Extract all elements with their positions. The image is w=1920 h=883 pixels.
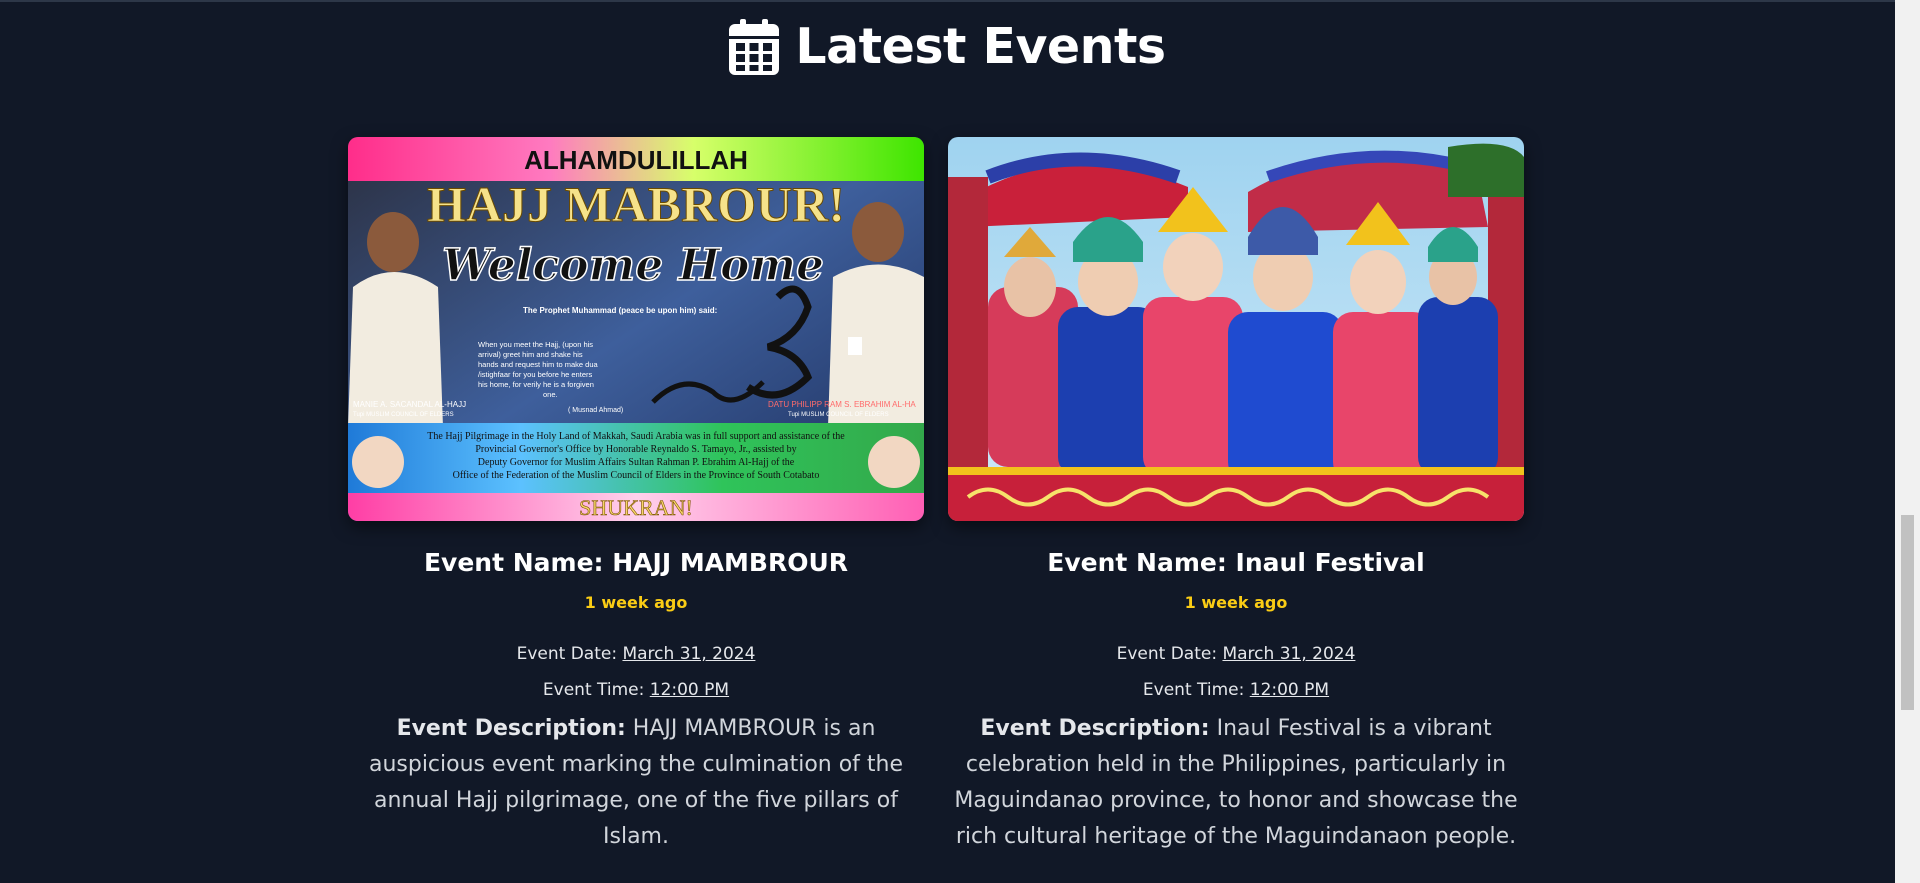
event-posted-ago: 1 week ago	[584, 593, 688, 612]
vertical-scrollbar[interactable]	[1895, 0, 1920, 883]
svg-text:his home, for verily he is a f: his home, for verily he is a forgiven	[478, 380, 594, 389]
hajj-poster: ALHAMDULILLAH HAJJ MABROUR! Welcome Home…	[348, 137, 924, 521]
event-name-label: Event Name:	[423, 548, 604, 577]
poster-headline: HAJJ MABROUR!	[427, 176, 845, 232]
event-date-value: March 31, 2024	[1222, 644, 1356, 664]
event-time: Event Time: 12:00 PM	[948, 678, 1524, 702]
svg-text:Office of the Federation of th: Office of the Federation of the Muslim C…	[453, 470, 820, 481]
event-name-value: HAJJ MAMBROUR	[612, 548, 849, 577]
event-time-label: Event Time:	[1142, 680, 1245, 700]
event-time-value: 12:00 PM	[649, 680, 730, 700]
inaul-festival-photo	[948, 137, 1524, 521]
event-date-value: March 31, 2024	[622, 644, 756, 664]
svg-text:hands and request him to make: hands and request him to make dua	[478, 360, 598, 369]
poster-footer: SHUKRAN!	[579, 495, 693, 520]
poster-quote-title: The Prophet Muhammad (peace be upon him)…	[523, 306, 717, 315]
event-card[interactable]: Event Name: Inaul Festival 1 week ago Ev…	[948, 137, 1524, 855]
svg-text:Deputy Governor for Muslim Aff: Deputy Governor for Muslim Affairs Sulta…	[478, 457, 795, 468]
event-time-value: 12:00 PM	[1249, 680, 1330, 700]
poster-top-text: ALHAMDULILLAH	[524, 145, 748, 175]
page-title: Latest Events	[795, 18, 1166, 75]
svg-text:The Hajj Pilgrimage in the Hol: The Hajj Pilgrimage in the Holy Land of …	[427, 431, 845, 442]
svg-text:arrival) greet him and shake h: arrival) greet him and shake his	[478, 350, 583, 359]
event-date-label: Event Date:	[1116, 644, 1218, 664]
svg-text:one.: one.	[543, 390, 558, 399]
poster-left-org: Tupi MUSLIM COUNCIL OF ELDERS	[353, 412, 454, 418]
event-image-hajj[interactable]: ALHAMDULILLAH HAJJ MABROUR! Welcome Home…	[348, 137, 924, 521]
event-description: Event Description: HAJJ MAMBROUR is an a…	[348, 711, 924, 855]
poster-right-name: DATU PHILIPP RAM S. EBRAHIM AL-HA	[768, 400, 916, 409]
svg-text:Provincial Governor's Office b: Provincial Governor's Office by Honorabl…	[475, 444, 796, 455]
scrollbar-thumb[interactable]	[1901, 515, 1914, 710]
poster-script: Welcome Home	[442, 240, 824, 291]
event-name-label: Event Name:	[1047, 548, 1227, 577]
svg-text:When you meet the Hajj, (upon: When you meet the Hajj, (upon his	[478, 340, 593, 349]
event-description-label: Event Description:	[396, 716, 626, 741]
event-name: Event Name: HAJJ MAMBROUR	[348, 547, 924, 579]
event-name: Event Name: Inaul Festival	[948, 547, 1524, 579]
event-card[interactable]: ALHAMDULILLAH HAJJ MABROUR! Welcome Home…	[348, 137, 924, 855]
event-time: Event Time: 12:00 PM	[348, 678, 924, 702]
event-image-inaul[interactable]	[948, 137, 1524, 521]
event-time-label: Event Time:	[542, 680, 645, 700]
poster-left-name: MANIE A. SACANDAL AL-HAJJ	[353, 400, 466, 409]
event-description: Event Description: Inaul Festival is a v…	[948, 711, 1524, 855]
events-page: Latest Events ALHAMDULILLAH HAJJ MABROUR…	[0, 0, 1895, 883]
event-posted-ago: 1 week ago	[1184, 593, 1288, 612]
event-date-label: Event Date:	[516, 644, 618, 664]
event-date: Event Date: March 31, 2024	[348, 642, 924, 666]
event-description-label: Event Description:	[980, 716, 1210, 741]
section-heading: Latest Events	[0, 18, 1895, 75]
poster-right-org: Tupi MUSLIM COUNCIL OF ELDERS	[788, 412, 889, 418]
poster-source: ( Musnad Ahmad)	[568, 407, 623, 414]
event-date: Event Date: March 31, 2024	[948, 642, 1524, 666]
calendar-icon	[729, 18, 780, 75]
svg-text:/istighfaar for you before he: /istighfaar for you before he enters	[478, 370, 592, 379]
event-name-value: Inaul Festival	[1235, 548, 1425, 577]
events-list: ALHAMDULILLAH HAJJ MABROUR! Welcome Home…	[348, 137, 1524, 855]
